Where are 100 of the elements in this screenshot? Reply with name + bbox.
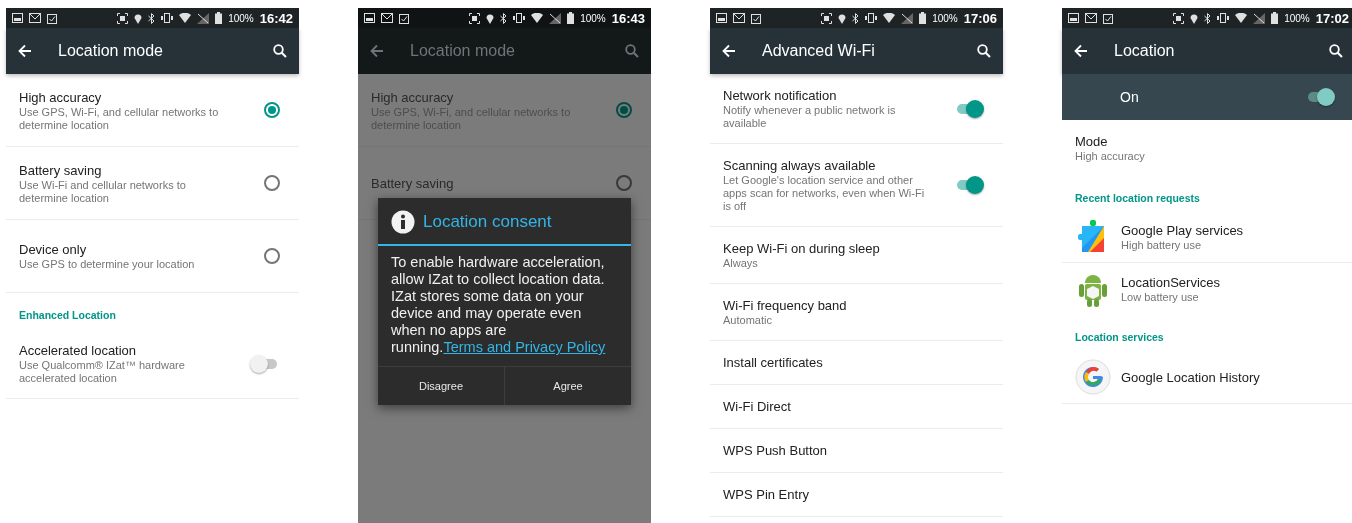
section-header: Recent location requests xyxy=(1074,191,1201,206)
no-signal-icon xyxy=(901,12,914,24)
section-header: Location services xyxy=(1074,330,1165,345)
clipboard-icon xyxy=(751,12,761,24)
setting-title: LocationServices xyxy=(1121,274,1221,291)
setting-summary: Low battery use xyxy=(1121,291,1200,304)
bluetooth-icon xyxy=(500,12,508,24)
vibrate-icon xyxy=(513,13,526,23)
setting-summary: Use GPS to determine your location xyxy=(19,258,196,271)
setting-summary: High accuracy xyxy=(1075,150,1146,163)
bluetooth-icon xyxy=(852,12,860,24)
setting-title: Battery saving xyxy=(371,174,455,192)
info-icon xyxy=(391,210,415,234)
radio-button[interactable] xyxy=(264,248,280,264)
setting-title: High accuracy xyxy=(19,88,103,106)
vibrate-icon xyxy=(1217,13,1230,23)
setting-title: Install certificates xyxy=(723,354,824,371)
scan-icon xyxy=(821,12,833,24)
screen-title: Advanced Wi-Fi xyxy=(762,42,876,60)
bluetooth-icon xyxy=(1204,12,1212,24)
section-header: Enhanced Location xyxy=(18,308,117,323)
vibrate-icon xyxy=(865,13,878,23)
switch-label: On xyxy=(1120,89,1140,105)
setting-summary: Use Wi-Fi and cellular networks to determine location xyxy=(19,178,187,205)
scan-icon xyxy=(469,12,481,24)
setting-title: Wi-Fi Direct xyxy=(723,398,792,415)
radio-button[interactable] xyxy=(264,102,280,118)
battery-percentage: 100% xyxy=(1284,12,1310,24)
screen-title: Location mode xyxy=(58,42,164,60)
location-pin-icon xyxy=(838,12,847,24)
setting-summary: Always xyxy=(723,257,759,270)
battery-icon xyxy=(919,12,927,24)
wifi-icon xyxy=(1235,13,1248,23)
clipboard-icon xyxy=(399,12,409,24)
setting-summary: Use Qualcomm® IZat™ hardware accelerated location xyxy=(19,359,186,385)
scan-icon xyxy=(1173,12,1185,24)
clipboard-icon xyxy=(1103,12,1113,24)
screen-title: Location xyxy=(1114,42,1176,60)
wifi-icon xyxy=(531,13,544,23)
location-pin-icon xyxy=(1190,12,1199,24)
mail-icon xyxy=(381,13,393,23)
setting-title: High accuracy xyxy=(371,88,455,106)
mail-icon xyxy=(733,13,745,23)
setting-title: Battery saving xyxy=(19,161,103,179)
bluetooth-icon xyxy=(148,12,156,24)
terms-link[interactable]: Terms and Privacy Policy xyxy=(443,339,606,355)
battery-percentage: 100% xyxy=(580,12,606,24)
radio-button[interactable] xyxy=(616,175,632,191)
image-icon xyxy=(716,13,727,23)
google-g-icon xyxy=(1075,359,1111,395)
setting-title: WPS Push Button xyxy=(723,442,829,459)
setting-title: Google Location History xyxy=(1121,368,1261,386)
clock-time: 16:43 xyxy=(611,10,645,26)
no-signal-icon xyxy=(549,12,562,24)
no-signal-icon xyxy=(197,12,210,24)
setting-title: Scanning always available xyxy=(723,157,877,174)
mail-icon xyxy=(1085,13,1097,23)
dialog-button[interactable]: Disagree xyxy=(378,367,504,405)
clock-time: 17:02 xyxy=(1315,10,1349,26)
setting-summary: Notify whenever a public network is available xyxy=(723,104,897,130)
setting-summary: Use GPS, Wi-Fi, and cellular networks to determine location xyxy=(19,105,220,132)
image-icon xyxy=(12,13,23,23)
battery-percentage: 100% xyxy=(932,12,958,24)
setting-title: Device only xyxy=(19,241,88,258)
setting-title: Accelerated location xyxy=(19,342,138,359)
setting-title: Wi-Fi frequency band xyxy=(723,297,848,314)
search-icon[interactable] xyxy=(1329,44,1343,58)
screen-title: Location mode xyxy=(410,42,516,60)
setting-title: WPS Pin Entry xyxy=(723,486,810,503)
battery-icon xyxy=(1271,12,1279,24)
search-icon[interactable] xyxy=(977,44,991,58)
image-icon xyxy=(364,13,375,23)
clipboard-icon xyxy=(47,12,57,24)
dialog-title: Location consent xyxy=(423,212,552,232)
battery-icon xyxy=(215,12,223,24)
setting-title: Mode xyxy=(1075,133,1109,150)
mail-icon xyxy=(29,13,41,23)
clock-time: 16:42 xyxy=(259,10,293,26)
wifi-icon xyxy=(179,13,192,23)
clock-time: 17:06 xyxy=(963,10,997,26)
image-icon xyxy=(1068,13,1079,23)
location-pin-icon xyxy=(486,12,495,24)
setting-title: Google Play services xyxy=(1121,222,1245,239)
scan-icon xyxy=(117,12,129,24)
vibrate-icon xyxy=(161,13,174,23)
setting-summary: High battery use xyxy=(1121,239,1203,252)
radio-button[interactable] xyxy=(264,175,280,191)
search-icon[interactable] xyxy=(273,44,287,58)
dialog-message: To enable hardware acceleration, allow IZat to collect location data. IZat stores some data on your device and may operate even when no apps are running.Terms and Privacy Policy xyxy=(390,253,607,357)
wifi-icon xyxy=(883,13,896,23)
battery-icon xyxy=(567,12,575,24)
battery-percentage: 100% xyxy=(228,12,254,24)
location-pin-icon xyxy=(134,12,143,24)
setting-summary: Automatic xyxy=(723,314,773,327)
setting-summary: Let Google's location service and other apps scan for networks, even when Wi-Fi is off xyxy=(723,174,926,213)
setting-title: Network notification xyxy=(723,87,838,104)
no-signal-icon xyxy=(1253,12,1266,24)
radio-button[interactable] xyxy=(616,102,632,118)
setting-title: Keep Wi-Fi on during sleep xyxy=(723,240,881,257)
dialog-button[interactable]: Agree xyxy=(504,367,631,405)
